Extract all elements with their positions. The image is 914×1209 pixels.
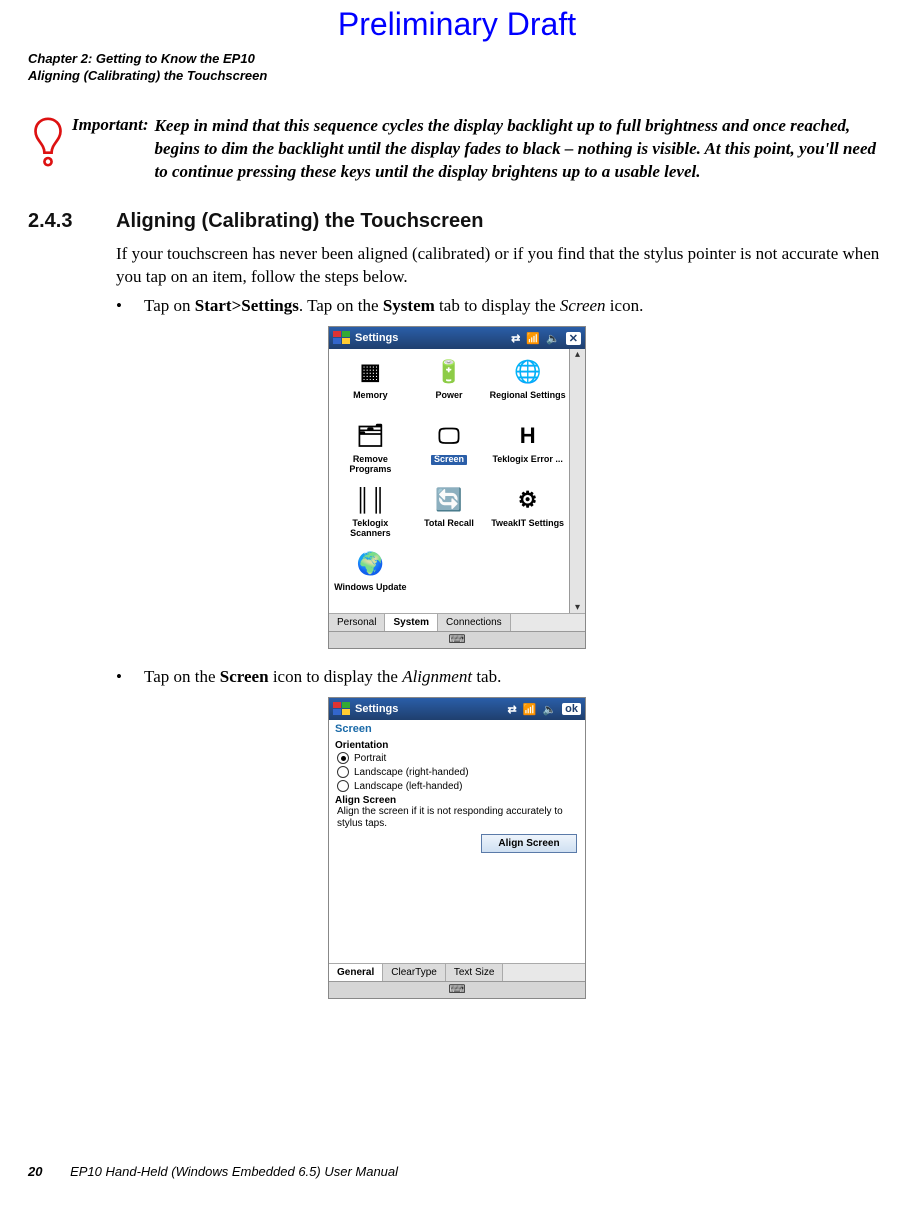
radio-label: Landscape (left-handed) bbox=[354, 781, 462, 792]
pda-title-text: Settings bbox=[355, 332, 398, 344]
page-number: 20 bbox=[28, 1164, 42, 1179]
manual-title: EP10 Hand-Held (Windows Embedded 6.5) Us… bbox=[70, 1164, 398, 1179]
system-icon-total-recall[interactable]: 🔄 Total Recall bbox=[410, 481, 489, 545]
align-screen-label: Align Screen bbox=[329, 793, 585, 806]
radio-icon bbox=[337, 780, 349, 792]
app-label: Teklogix Error ... bbox=[492, 455, 562, 465]
system-icon-remove-programs[interactable]: 🗂Remove Programs bbox=[331, 417, 410, 481]
app-icon: ║║ bbox=[353, 483, 387, 517]
intro-paragraph: If your touchscreen has never been align… bbox=[0, 239, 914, 289]
important-text: Keep in mind that this sequence cycles t… bbox=[155, 115, 890, 184]
screenshot-screen-settings: Settings ⇄ 📶 🔈 ok Screen Orientation Por… bbox=[328, 697, 586, 999]
app-icon: ▦ bbox=[353, 355, 387, 389]
page-header: Chapter 2: Getting to Know the EP10 Alig… bbox=[0, 43, 914, 85]
align-screen-button[interactable]: Align Screen bbox=[481, 834, 577, 853]
app-icon: 🔋 bbox=[432, 355, 466, 389]
system-icon-teklogix-error-[interactable]: H Teklogix Error ... bbox=[488, 417, 567, 481]
tab-connections[interactable]: Connections bbox=[438, 614, 511, 631]
pda-status-icons: ⇄ 📶 🔈 ✕ bbox=[511, 332, 581, 345]
orientation-option[interactable]: Portrait bbox=[329, 751, 585, 765]
windows-flag-icon bbox=[333, 331, 351, 345]
app-icon: 🌍 bbox=[353, 547, 387, 581]
pda-title-text: Settings bbox=[355, 703, 398, 715]
tab-general[interactable]: General bbox=[329, 964, 383, 981]
preliminary-draft-watermark: Preliminary Draft bbox=[0, 0, 914, 43]
app-icon: 🗂 bbox=[353, 419, 387, 453]
section-number: 2.4.3 bbox=[28, 210, 116, 233]
radio-label: Landscape (right-handed) bbox=[354, 767, 469, 778]
pda-titlebar: Settings ⇄ 📶 🔈 ✕ bbox=[329, 327, 585, 349]
app-label: Memory bbox=[353, 391, 388, 401]
signal-icon: 📶 bbox=[523, 703, 537, 716]
app-icon: 🖵 bbox=[432, 419, 466, 453]
scrollbar[interactable]: ▴▾ bbox=[569, 349, 585, 613]
app-label: Regional Settings bbox=[490, 391, 566, 401]
section-heading: 2.4.3 Aligning (Calibrating) the Touchsc… bbox=[0, 184, 914, 239]
orientation-option[interactable]: Landscape (right-handed) bbox=[329, 765, 585, 779]
screenshot-settings-system: Settings ⇄ 📶 🔈 ✕ ▦ Memory 🔋 Power 🌐 Regional … bbox=[328, 326, 586, 649]
page-footer: 20 EP10 Hand-Held (Windows Embedded 6.5)… bbox=[28, 1164, 398, 1179]
app-label: TweakIT Settings bbox=[491, 519, 564, 529]
app-label: Teklogix Scanners bbox=[331, 519, 410, 539]
pda-status-icons: ⇄ 📶 🔈 ok bbox=[508, 703, 581, 716]
system-icon-windows-update[interactable]: 🌍 Windows Update bbox=[331, 545, 410, 609]
bullet-2: • Tap on the Screen icon to display the … bbox=[0, 659, 914, 687]
bullet-dot: • bbox=[116, 296, 144, 316]
app-label: Power bbox=[435, 391, 462, 401]
connectivity-icon: ⇄ bbox=[511, 332, 520, 345]
app-label: Windows Update bbox=[334, 583, 406, 593]
orientation-label: Orientation bbox=[329, 738, 585, 751]
app-label: Remove Programs bbox=[331, 455, 410, 475]
app-icon: 🌐 bbox=[511, 355, 545, 389]
align-screen-desc: Align the screen if it is not responding… bbox=[329, 806, 585, 830]
app-icon: ⚙ bbox=[511, 483, 545, 517]
ok-button[interactable]: ok bbox=[562, 703, 581, 715]
system-icon-teklogix-scanners[interactable]: ║║Teklogix Scanners bbox=[331, 481, 410, 545]
app-icon: H bbox=[511, 419, 545, 453]
system-icon-screen[interactable]: 🖵 Screen bbox=[410, 417, 489, 481]
pda-tabs: GeneralClearTypeText Size bbox=[329, 963, 585, 981]
bullet-1: • Tap on Start>Settings. Tap on the Syst… bbox=[0, 288, 914, 316]
radio-label: Portrait bbox=[354, 753, 386, 764]
pda-sip-bar[interactable]: ⌨ bbox=[329, 631, 585, 648]
pda-tabs: PersonalSystemConnections bbox=[329, 613, 585, 631]
connectivity-icon: ⇄ bbox=[508, 703, 517, 716]
pda-sip-bar[interactable]: ⌨ bbox=[329, 981, 585, 998]
screen-subtitle: Screen bbox=[329, 720, 585, 738]
app-icon: 🔄 bbox=[432, 483, 466, 517]
tab-system[interactable]: System bbox=[385, 614, 438, 631]
pda-titlebar: Settings ⇄ 📶 🔈 ok bbox=[329, 698, 585, 720]
orientation-option[interactable]: Landscape (left-handed) bbox=[329, 779, 585, 793]
chapter-line: Chapter 2: Getting to Know the EP10 bbox=[28, 51, 914, 68]
tab-personal[interactable]: Personal bbox=[329, 614, 385, 631]
volume-icon: 🔈 bbox=[546, 332, 560, 345]
section-line: Aligning (Calibrating) the Touchscreen bbox=[28, 68, 914, 85]
radio-icon bbox=[337, 766, 349, 778]
system-icon-tweakit-settings[interactable]: ⚙ TweakIT Settings bbox=[488, 481, 567, 545]
volume-icon: 🔈 bbox=[542, 703, 556, 716]
important-label: Important: bbox=[72, 115, 155, 135]
close-icon[interactable]: ✕ bbox=[566, 332, 581, 345]
system-icon-regional-settings[interactable]: 🌐 Regional Settings bbox=[488, 353, 567, 417]
warning-icon bbox=[30, 117, 66, 172]
system-icon-power[interactable]: 🔋 Power bbox=[410, 353, 489, 417]
tab-text-size[interactable]: Text Size bbox=[446, 964, 504, 981]
windows-flag-icon bbox=[333, 702, 351, 716]
section-title: Aligning (Calibrating) the Touchscreen bbox=[116, 210, 483, 233]
system-icon-memory[interactable]: ▦ Memory bbox=[331, 353, 410, 417]
app-label: Screen bbox=[431, 455, 467, 465]
tab-cleartype[interactable]: ClearType bbox=[383, 964, 446, 981]
radio-icon bbox=[337, 752, 349, 764]
bullet-dot: • bbox=[116, 667, 144, 687]
important-callout: Important: Keep in mind that this sequen… bbox=[0, 85, 914, 184]
signal-icon: 📶 bbox=[526, 332, 540, 345]
app-label: Total Recall bbox=[424, 519, 474, 529]
